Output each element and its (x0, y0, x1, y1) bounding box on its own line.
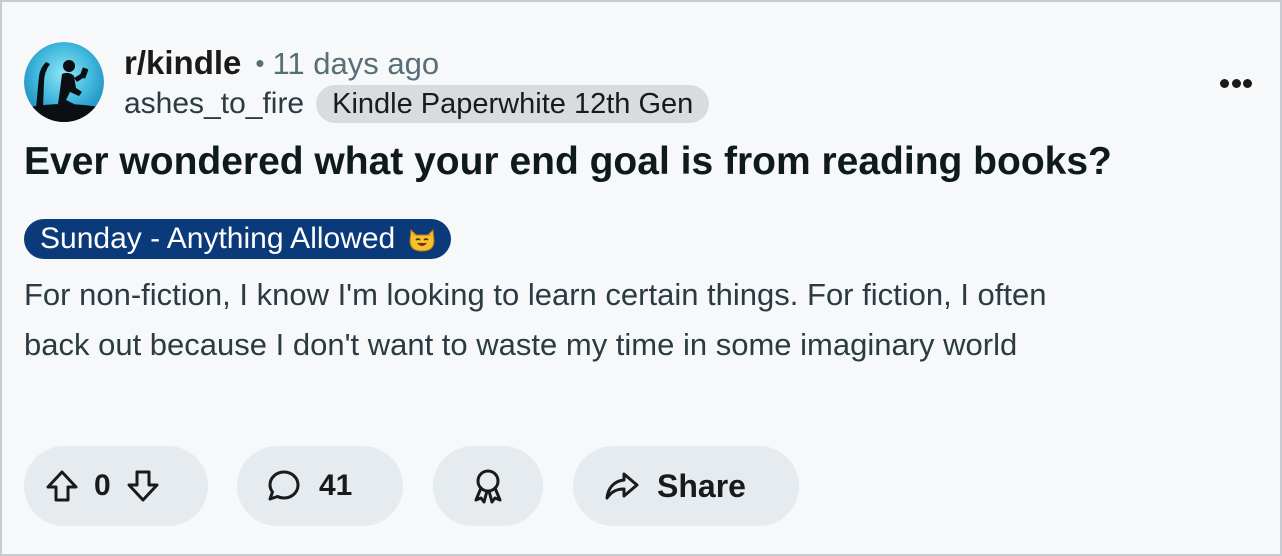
post-body-line: For non-fiction, I know I'm looking to l… (24, 277, 1047, 312)
author-line: ashes_to_fire Kindle Paperwhite 12th Gen (124, 84, 710, 124)
kindle-reader-avatar-icon (24, 42, 104, 122)
share-arrow-icon (603, 468, 641, 504)
award-button[interactable] (433, 446, 543, 526)
more-options-icon (1220, 78, 1229, 88)
share-label: Share (657, 467, 746, 504)
cat-smile-icon (409, 228, 435, 252)
vote-count: 0 (94, 469, 111, 502)
downvote-arrow-icon (127, 470, 159, 502)
more-options-icon (1243, 78, 1252, 88)
user-flair-badge: Kindle Paperwhite 12th Gen (316, 85, 710, 123)
post-flair-badge[interactable]: Sunday - Anything Allowed (24, 219, 452, 259)
more-options-icon (1231, 78, 1241, 88)
upvote-button[interactable] (44, 468, 80, 504)
comment-count: 41 (319, 469, 353, 502)
post-age: 11 days ago (272, 46, 440, 81)
subreddit-link[interactable]: r/kindle (124, 44, 241, 82)
author-username[interactable]: ashes_to_fire (124, 87, 304, 121)
post-meta: r/kindle • 11 days ago (124, 44, 439, 84)
meta-separator: • (255, 48, 265, 78)
upvote-arrow-icon (46, 470, 78, 502)
post-body: For non-fiction, I know I'm looking to l… (24, 270, 1264, 370)
downvote-button[interactable] (125, 468, 161, 504)
share-button[interactable]: Share (573, 446, 799, 526)
vote-control: 0 (24, 446, 208, 526)
more-options-button[interactable] (1214, 68, 1258, 98)
post-title[interactable]: Ever wondered what your end goal is from… (24, 140, 1264, 184)
comments-button[interactable]: 41 (237, 446, 403, 526)
comment-bubble-icon (265, 467, 303, 505)
post-flair-label: Sunday - Anything Allowed (40, 222, 396, 255)
post-body-line: back out because I don't want to waste m… (24, 327, 1018, 362)
post-card[interactable]: r/kindle • 11 days ago ashes_to_fire Kin… (0, 0, 1282, 556)
subreddit-avatar[interactable] (24, 42, 104, 122)
award-icon (469, 466, 507, 506)
